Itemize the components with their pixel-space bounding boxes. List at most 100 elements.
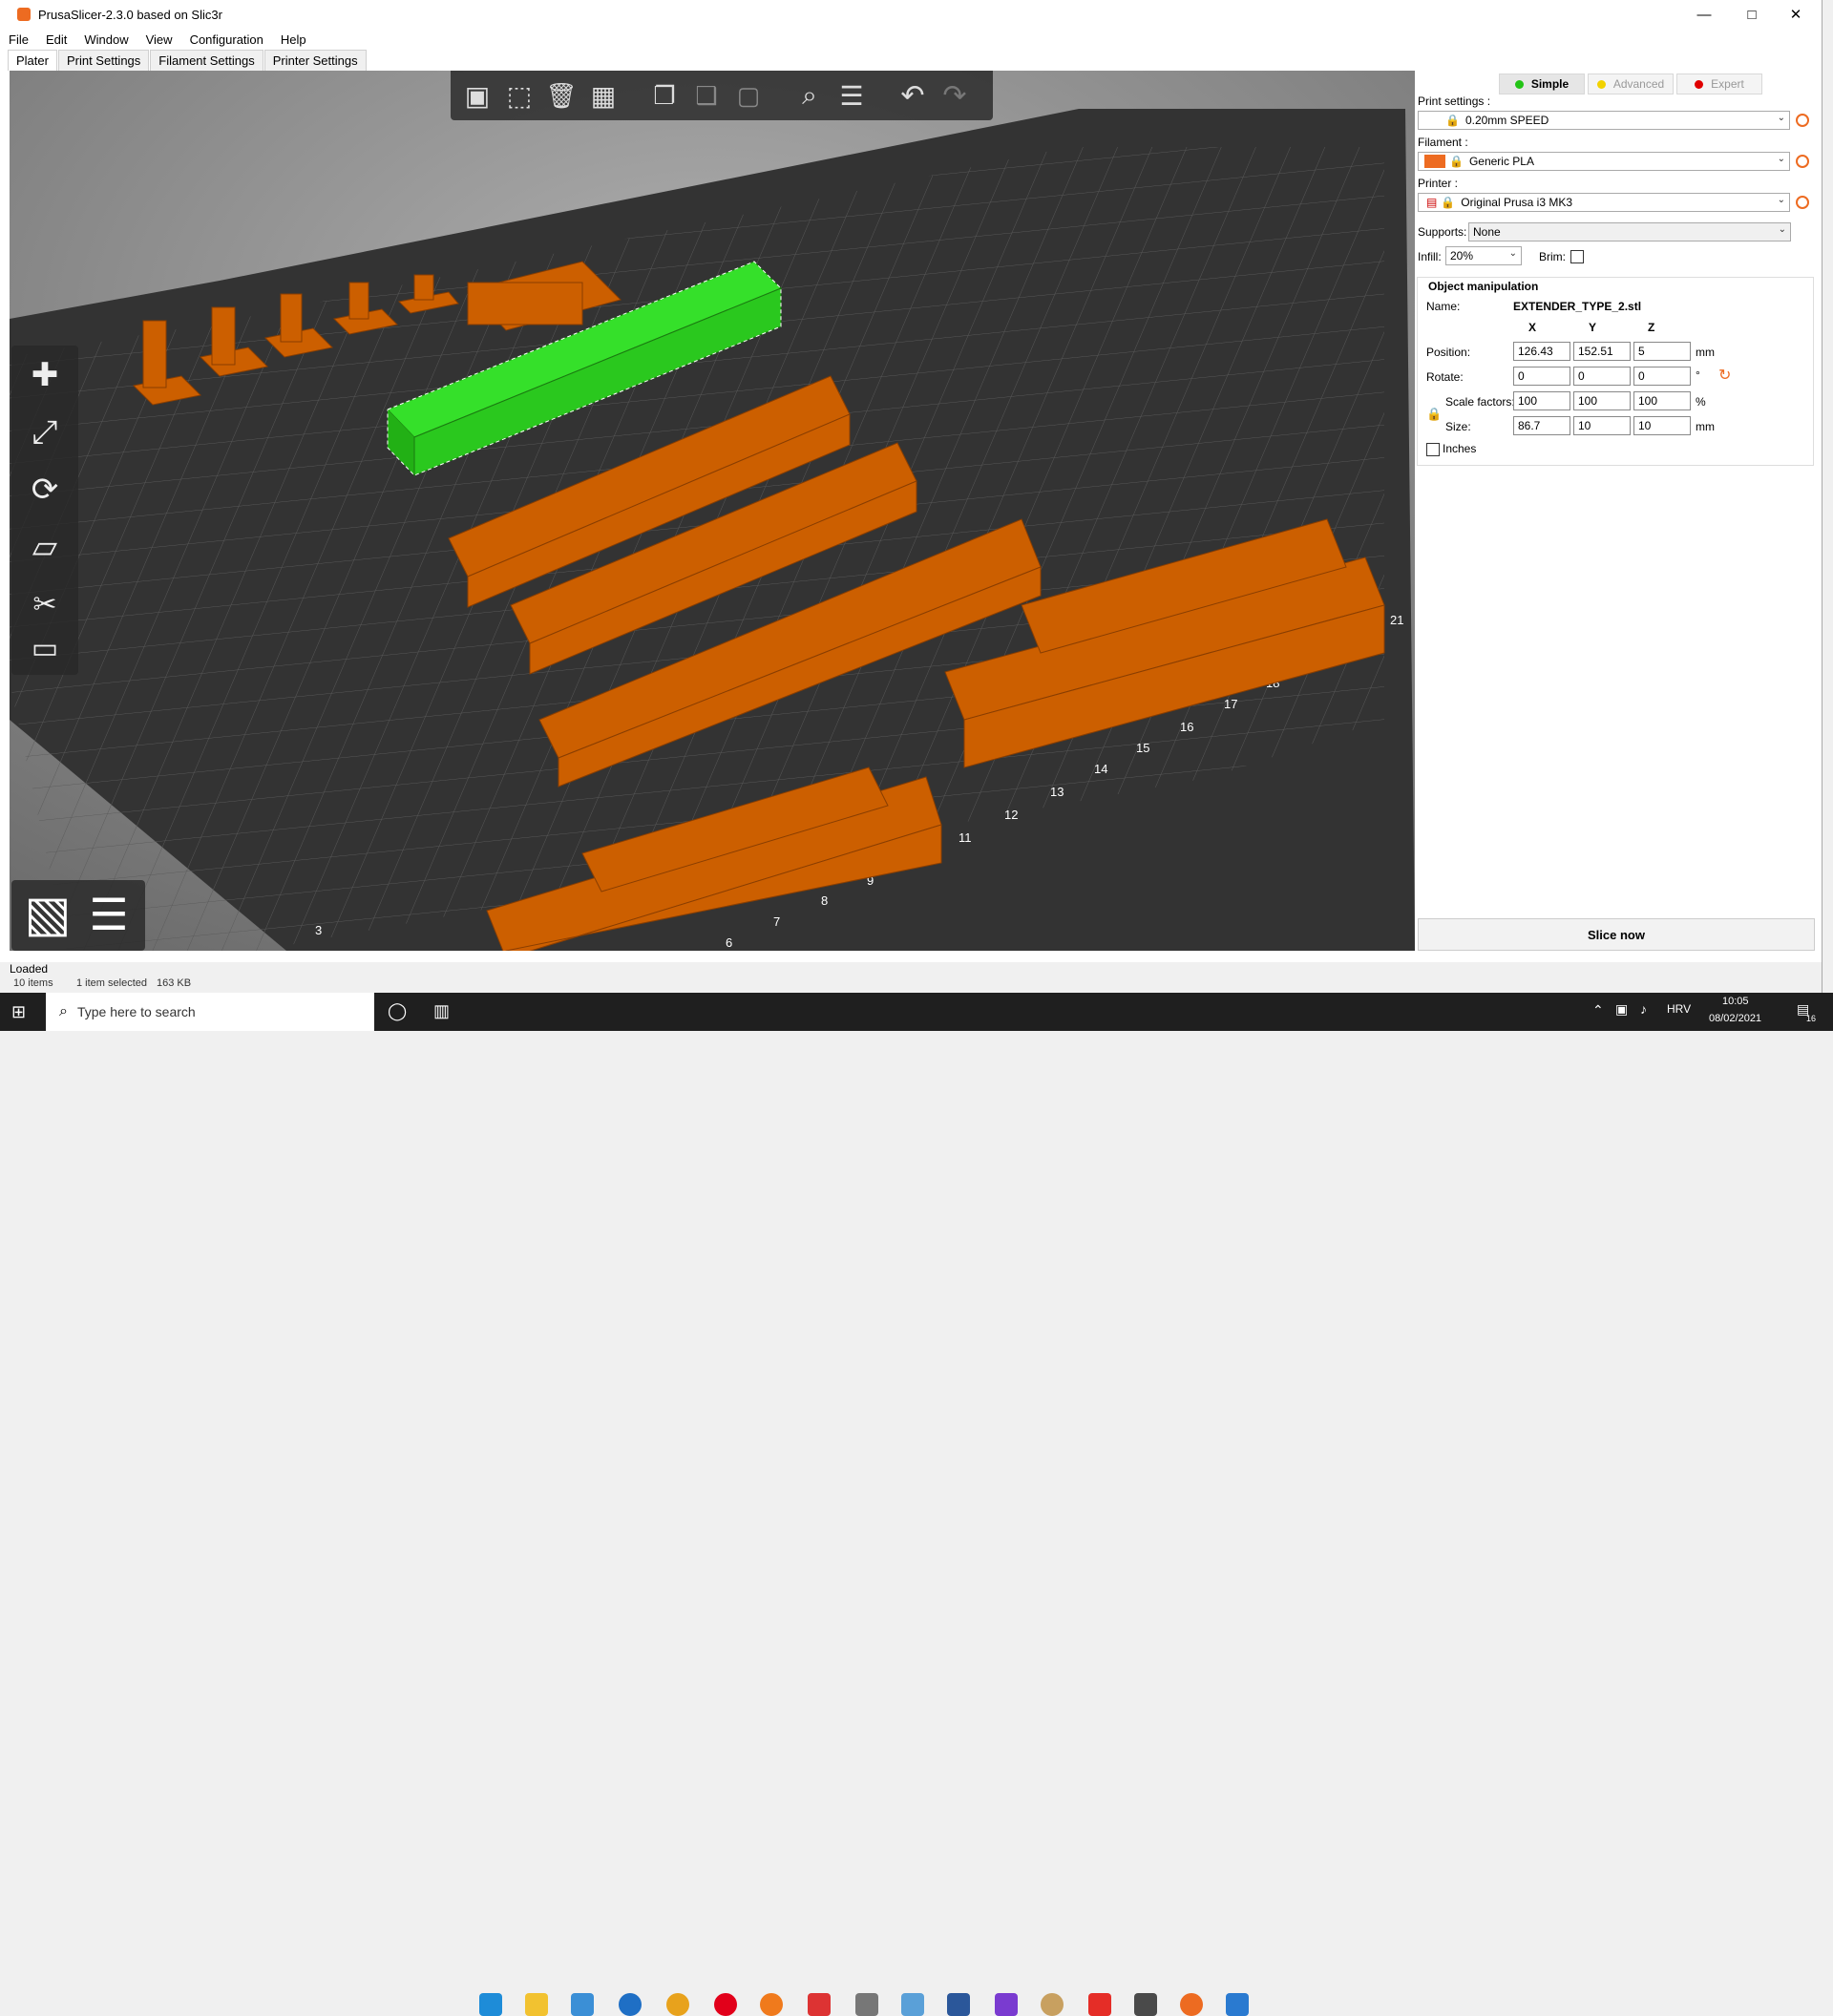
status-bar: Loaded 10 items 1 item selected 163 KB xyxy=(0,962,1822,993)
youtube-icon[interactable] xyxy=(1088,1993,1111,2016)
cut-icon: ✂ xyxy=(32,588,57,620)
scale-y-field[interactable]: 100 xyxy=(1573,391,1631,410)
position-x-field[interactable]: 126.43 xyxy=(1513,342,1570,361)
pdf-app-icon[interactable] xyxy=(808,1993,831,2016)
tray-chevron-icon[interactable]: ⌃ xyxy=(1592,1002,1604,1018)
menu-configuration[interactable]: Configuration xyxy=(181,32,272,47)
delete-button[interactable]: ⬚ xyxy=(502,78,537,113)
lock-icon: 🔒 xyxy=(1441,196,1456,209)
word-icon[interactable] xyxy=(947,1993,970,2016)
preview-button[interactable]: ☰ xyxy=(80,886,137,943)
printer-combo[interactable]: ▤ 🔒 Original Prusa i3 MK3 ⌄ xyxy=(1418,193,1790,212)
app-icon[interactable] xyxy=(855,1993,878,2016)
menu-edit[interactable]: Edit xyxy=(37,32,75,47)
brim-checkbox[interactable] xyxy=(1570,250,1584,263)
size-y-field[interactable]: 10 xyxy=(1573,416,1631,435)
bed-label: 21 xyxy=(1390,613,1403,627)
file-explorer-icon[interactable] xyxy=(525,1993,548,2016)
gear-icon[interactable] xyxy=(1796,155,1809,168)
3d-viewport[interactable]: 3 6 7 8 9 10 11 12 13 14 15 16 17 18 19 … xyxy=(10,71,1415,951)
size-unit: mm xyxy=(1696,420,1715,433)
clock-time[interactable]: 10:05 xyxy=(1722,996,1749,1007)
delete-all-button[interactable]: 🗑 xyxy=(544,78,579,113)
store-icon[interactable] xyxy=(571,1993,594,2016)
cut-tool-button[interactable]: ✂ xyxy=(21,580,69,628)
taskbar-search-box[interactable]: ⌕ Type here to search xyxy=(46,993,374,1031)
prusaslicer-taskbar-icon[interactable] xyxy=(1180,1993,1203,2016)
reset-rotation-icon[interactable]: ↻ xyxy=(1718,366,1731,385)
app-icon[interactable] xyxy=(1226,1993,1249,2016)
edge-icon[interactable] xyxy=(479,1993,502,2016)
gear-icon[interactable] xyxy=(1796,114,1809,127)
app-icon[interactable] xyxy=(1041,1993,1064,2016)
tab-plater[interactable]: Plater xyxy=(8,50,57,71)
network-icon[interactable]: ▣ xyxy=(1615,1001,1628,1018)
expert-mode-button[interactable]: Expert xyxy=(1676,74,1762,94)
print-settings-combo[interactable]: 🔒 0.20mm SPEED ⌄ xyxy=(1418,111,1790,130)
scale-z-field[interactable]: 100 xyxy=(1633,391,1691,410)
bed-label: 7 xyxy=(773,914,780,929)
clock-date[interactable]: 08/02/2021 xyxy=(1709,1013,1761,1024)
rotate-y-field[interactable]: 0 xyxy=(1573,367,1631,386)
calculator-icon[interactable] xyxy=(1134,1993,1157,2016)
app-icon[interactable] xyxy=(995,1993,1018,2016)
redo-button[interactable]: ↷ xyxy=(938,78,972,113)
instance-button[interactable]: ▢ xyxy=(731,78,766,113)
internet-explorer-icon[interactable] xyxy=(619,1993,642,2016)
windows-start-button[interactable]: ⊞ xyxy=(11,1002,31,1021)
menu-file[interactable]: File xyxy=(0,32,37,47)
advanced-dot-icon xyxy=(1596,79,1606,89)
advanced-mode-button[interactable]: Advanced xyxy=(1588,74,1674,94)
size-z-field[interactable]: 10 xyxy=(1633,416,1691,435)
position-y-field[interactable]: 152.51 xyxy=(1573,342,1631,361)
menu-window[interactable]: Window xyxy=(75,32,137,47)
app-icon[interactable] xyxy=(901,1993,924,2016)
size-x-field[interactable]: 86.7 xyxy=(1513,416,1570,435)
firefox-icon[interactable] xyxy=(760,1993,783,2016)
supports-combo[interactable]: None ⌄ xyxy=(1468,222,1791,242)
filament-combo[interactable]: 🔒 Generic PLA ⌄ xyxy=(1418,152,1790,171)
slice-now-button[interactable]: Slice now xyxy=(1418,918,1815,951)
add-object-button[interactable]: ▣ xyxy=(460,78,495,113)
chevron-down-icon: ⌄ xyxy=(1777,154,1785,164)
copy-button[interactable]: ❐ xyxy=(647,78,682,113)
inches-checkbox[interactable] xyxy=(1426,443,1440,456)
expert-label: Expert xyxy=(1711,77,1744,91)
opera-icon[interactable] xyxy=(714,1993,737,2016)
tab-print-settings[interactable]: Print Settings xyxy=(57,50,150,71)
gear-icon[interactable] xyxy=(1796,196,1809,209)
rotate-x-field[interactable]: 0 xyxy=(1513,367,1570,386)
arrange-button[interactable]: ▦ xyxy=(586,78,621,113)
lock-icon[interactable]: 🔒 xyxy=(1426,407,1442,422)
bed-label: 3 xyxy=(315,923,322,937)
position-z-field[interactable]: 5 xyxy=(1633,342,1691,361)
language-indicator[interactable]: HRV xyxy=(1667,1002,1691,1016)
minimize-button[interactable]: — xyxy=(1682,0,1726,29)
undo-button[interactable]: ↶ xyxy=(895,78,930,113)
tab-filament-settings[interactable]: Filament Settings xyxy=(150,50,263,71)
move-tool-button[interactable]: ✚ xyxy=(21,351,69,399)
rotate-z-field[interactable]: 0 xyxy=(1633,367,1691,386)
tab-printer-settings[interactable]: Printer Settings xyxy=(263,50,367,71)
layers-editing-button[interactable]: ☰ xyxy=(834,78,869,113)
menu-view[interactable]: View xyxy=(137,32,181,47)
menu-help[interactable]: Help xyxy=(272,32,315,47)
3d-view-button[interactable]: ▧ xyxy=(19,886,76,943)
seam-tool-button[interactable]: ▭ xyxy=(21,624,69,672)
task-view-icon[interactable]: ▥ xyxy=(433,1001,450,1021)
plater-toolbar: ▣ ⬚ 🗑 ▦ ❐ ❑ ▢ ⌕ ☰ ↶ ↷ xyxy=(451,71,993,120)
place-on-face-button[interactable]: ▱ xyxy=(21,523,69,571)
rotate-tool-button[interactable]: ⟳ xyxy=(21,466,69,514)
infill-combo[interactable]: 20% ⌄ xyxy=(1445,246,1522,265)
volume-icon[interactable]: ♪ xyxy=(1640,1001,1647,1017)
simple-mode-button[interactable]: Simple xyxy=(1499,74,1585,94)
close-button[interactable]: ✕ xyxy=(1774,0,1818,29)
search-button[interactable]: ⌕ xyxy=(792,78,827,113)
paste-button[interactable]: ❑ xyxy=(689,78,724,113)
scale-tool-button[interactable]: ⤢ xyxy=(21,409,69,456)
chrome-icon[interactable] xyxy=(666,1993,689,2016)
cortana-icon[interactable]: ◯ xyxy=(388,1001,407,1021)
maximize-button[interactable]: □ xyxy=(1730,0,1774,29)
scale-x-field[interactable]: 100 xyxy=(1513,391,1570,410)
filament-label: Filament : xyxy=(1418,136,1468,149)
